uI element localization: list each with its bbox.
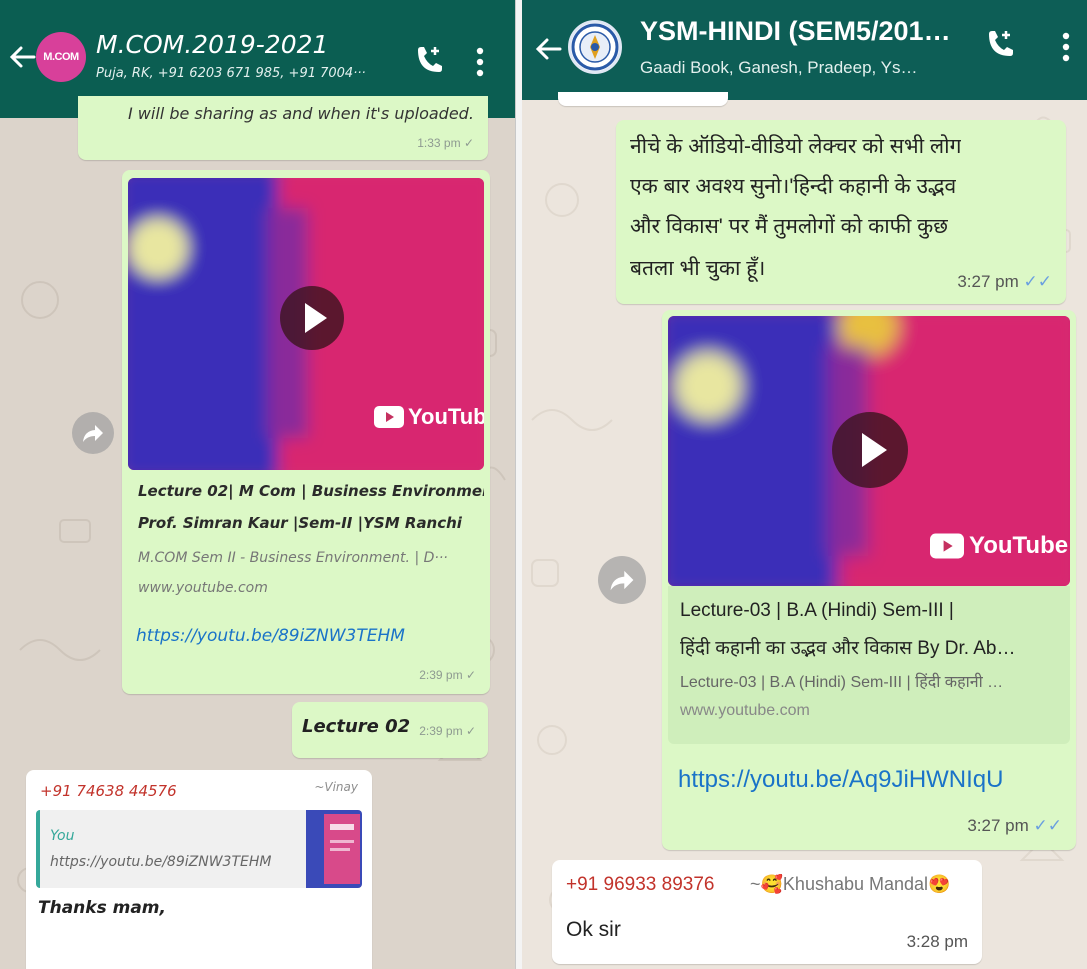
forward-button[interactable] (598, 556, 646, 604)
sender-name: ~Vinay (314, 780, 358, 794)
add-call-icon[interactable] (984, 28, 1016, 62)
message-text-line2: एक बार अवश्य सुनो।'हिन्दी कहानी के उद्भव (630, 175, 957, 198)
message-time: 2:39 pm ✓ (419, 668, 476, 682)
forward-icon (610, 570, 634, 591)
chat-header: YSM-HINDI (SEM5/201… Gaadi Book, Ganesh,… (522, 0, 1087, 100)
chat-title[interactable]: M.COM.2019-2021 (96, 30, 386, 59)
time-text: 2:39 pm (419, 724, 463, 738)
time-text: 2:39 pm (419, 668, 463, 682)
sent-tick-icon: ✓ (465, 668, 476, 682)
incoming-reply-bubble[interactable]: +91 74638 44576 ~Vinay You https://youtu… (26, 770, 372, 969)
sender-name: ~🥰Khushabu Mandal😍 (750, 874, 951, 894)
time-text: 1:33 pm (417, 136, 461, 150)
message-bubble-lecture[interactable]: Lecture 02 2:39 pm ✓ (292, 702, 488, 758)
youtube-logo: YouTube (930, 532, 1068, 560)
chat-participants[interactable]: Gaadi Book, Ganesh, Pradeep, Ys… (640, 58, 960, 78)
message-time: 3:28 pm (906, 932, 968, 951)
forward-button[interactable] (72, 412, 114, 454)
sender-phone[interactable]: +91 96933 89376 (566, 874, 714, 896)
back-arrow-icon[interactable] (534, 36, 562, 62)
message-bubble-partial[interactable]: I will be sharing as and when it's uploa… (78, 96, 488, 160)
quoted-author: You (50, 828, 75, 844)
video-description: Lecture-03 | B.A (Hindi) Sem-III | हिंदी… (680, 674, 1004, 691)
video-domain: www.youtube.com (680, 702, 810, 719)
message-text: Ok sir (566, 918, 621, 941)
sent-tick-icon: ✓ (463, 136, 474, 150)
chat-participants[interactable]: Puja, RK, +91 6203 671 985, +91 7004··· (96, 66, 396, 81)
more-vert-icon[interactable] (474, 46, 486, 78)
video-thumbnail[interactable]: YouTube (128, 178, 484, 470)
play-icon (305, 303, 327, 333)
message-time: 2:39 pm ✓ (419, 724, 476, 738)
incoming-reply-bubble[interactable]: +91 96933 89376 ~🥰Khushabu Mandal😍 Ok si… (552, 860, 982, 964)
avatar-text: M.COM (43, 51, 79, 63)
play-button[interactable] (832, 412, 908, 488)
video-title-line1: Lecture-03 | B.A (Hindi) Sem-III | (680, 600, 954, 621)
message-bubble-partial (558, 92, 728, 106)
play-button[interactable] (280, 286, 344, 350)
more-vert-icon[interactable] (1060, 30, 1072, 64)
add-call-icon[interactable] (414, 44, 444, 78)
video-thumbnail[interactable]: YouTube (668, 316, 1070, 586)
video-description: M.COM Sem II - Business Environment. | D… (138, 550, 448, 566)
youtube-logo-icon (374, 406, 404, 428)
youtube-logo-icon (930, 533, 964, 559)
left-chat-screenshot: M.COM M.COM.2019-2021 Puja, RK, +91 6203… (0, 0, 515, 969)
video-title-line2: Prof. Simran Kaur |Sem-II |YSM Ranchi (138, 514, 462, 532)
read-ticks-icon: ✓✓ (1023, 272, 1053, 291)
link-preview[interactable]: Lecture-03 | B.A (Hindi) Sem-III | हिंदी… (668, 586, 1070, 744)
youtube-logo: YouTube (374, 404, 484, 430)
group-avatar[interactable] (568, 20, 622, 74)
image-divider (515, 0, 522, 969)
forward-icon (83, 425, 103, 442)
video-link-bubble[interactable]: YouTube Lecture-03 | B.A (Hindi) Sem-III… (662, 310, 1076, 850)
video-title-line1: Lecture 02| M Com | Business Environment… (138, 482, 484, 500)
message-time: 3:27 pm ✓✓ (967, 816, 1062, 836)
message-bubble-hindi[interactable]: नीचे के ऑडियो-वीडियो लेक्चर को सभी लोग ए… (616, 120, 1066, 304)
play-icon (862, 433, 887, 467)
video-title-line2: हिंदी कहानी का उद्भव और विकास By Dr. Ab… (680, 638, 1016, 659)
message-time: 1:33 pm ✓ (417, 136, 474, 150)
youtube-label: YouTube (408, 404, 484, 429)
message-text: Thanks mam, (38, 898, 166, 918)
video-url-link[interactable]: https://youtu.be/89iZNW3TEHM (136, 626, 405, 646)
quoted-message[interactable]: You https://youtu.be/89iZNW3TEHM (36, 810, 362, 888)
quoted-text: https://youtu.be/89iZNW3TEHM (50, 854, 272, 870)
time-text: 3:27 pm (957, 272, 1019, 291)
sent-tick-icon: ✓ (465, 724, 476, 738)
back-arrow-icon[interactable] (8, 44, 36, 70)
sender-phone[interactable]: +91 74638 44576 (40, 782, 177, 800)
message-text: I will be sharing as and when it's uploa… (128, 104, 474, 123)
video-link-bubble[interactable]: YouTube Lecture 02| M Com | Business Env… (122, 170, 490, 694)
right-chat-screenshot: YSM-HINDI (SEM5/201… Gaadi Book, Ganesh,… (522, 0, 1087, 969)
group-avatar[interactable]: M.COM (36, 32, 86, 82)
message-text-line3: और विकास' पर मैं तुमलोगों को काफी कुछ (630, 215, 948, 238)
message-text-line1: नीचे के ऑडियो-वीडियो लेक्चर को सभी लोग (630, 135, 962, 158)
video-url-link[interactable]: https://youtu.be/Aq9JiHWNIqU (678, 766, 1003, 794)
message-text-line4: बतला भी चुका हूँ। (630, 257, 766, 280)
message-time: 3:27 pm ✓✓ (957, 272, 1052, 292)
time-text: 3:27 pm (967, 816, 1029, 835)
message-text: Lecture 02 (302, 716, 411, 737)
youtube-label: YouTube (969, 532, 1069, 559)
video-domain: www.youtube.com (138, 580, 268, 596)
quoted-thumbnail (306, 810, 362, 888)
chat-title[interactable]: YSM-HINDI (SEM5/201… (640, 16, 960, 47)
college-logo-icon (571, 23, 619, 71)
read-ticks-icon: ✓✓ (1033, 816, 1063, 835)
